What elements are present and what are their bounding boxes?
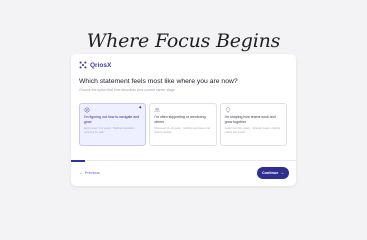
option-description: Mid-career (4–10 years) · Guiding teamma…	[154, 127, 210, 135]
option-title: I'm figuring out how to navigate and gro…	[84, 115, 140, 124]
continue-button[interactable]: Continue →	[257, 167, 289, 179]
option-description: Senior role (10+ years) · Strategic lead…	[224, 127, 280, 135]
question-subtitle: Choose the option that best describes yo…	[79, 88, 176, 92]
option-title: I'm often supporting or mentoring others	[154, 115, 206, 124]
question-title: Which statement feels most like where yo…	[79, 78, 238, 85]
sparkle-icon: ✦	[138, 105, 143, 111]
brand-logo: QriosX	[79, 61, 111, 69]
continue-label: Continue	[261, 171, 279, 175]
question-card: QriosX Which statement feels most like w…	[71, 54, 296, 186]
option-description: Early career (0–3 years) · Building foun…	[84, 127, 135, 135]
option-card-early-career[interactable]: ✦ I'm figuring out how to navigate and g…	[79, 103, 147, 146]
brand-name: QriosX	[90, 61, 112, 69]
arrow-right-icon: →	[280, 171, 285, 175]
progress-bar	[71, 159, 296, 162]
page-title: Where Focus Begins	[86, 30, 281, 52]
options-list: ✦ I'm figuring out how to navigate and g…	[79, 103, 287, 146]
grid-dots-icon	[79, 61, 87, 69]
option-card-senior-role[interactable]: I'm shaping how teams work and grow toge…	[219, 103, 287, 146]
people-icon	[154, 108, 161, 113]
progress-bar-fill	[71, 159, 85, 162]
option-title: I'm shaping how teams work and grow toge…	[224, 115, 276, 124]
previous-button[interactable]: ← Previous	[79, 171, 100, 175]
previous-label: Previous	[84, 171, 100, 175]
option-card-mid-career[interactable]: I'm often supporting or mentoring others…	[149, 103, 217, 146]
lightbulb-icon	[225, 107, 230, 113]
compass-icon	[84, 107, 90, 113]
arrow-left-icon: ←	[79, 171, 83, 175]
